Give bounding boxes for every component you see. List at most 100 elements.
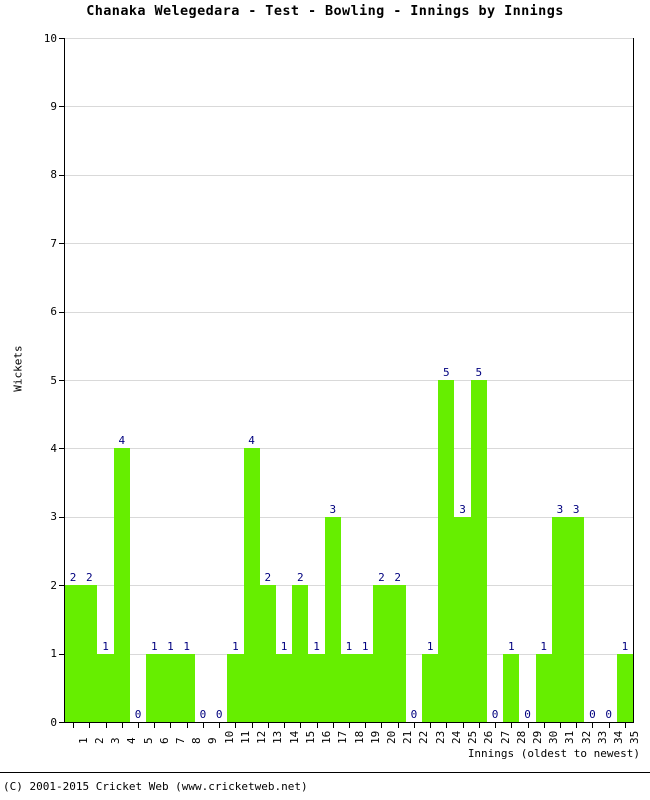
bar-value-label: 2 <box>264 571 272 585</box>
x-axis-tick-mark <box>121 723 123 728</box>
x-axis-tick-mark <box>576 723 578 728</box>
bar-value-label: 1 <box>102 639 109 653</box>
bar-value-label: 3 <box>556 502 564 516</box>
x-axis-tick-label: 11 <box>238 730 252 744</box>
bar <box>535 653 552 722</box>
y-axis-tick-label: 8 <box>50 168 57 182</box>
bar <box>324 516 341 722</box>
x-axis-tick-label: 26 <box>482 730 496 744</box>
bar <box>470 380 487 722</box>
chart-title: Chanaka Welegedara - Test - Bowling - In… <box>86 3 564 19</box>
bar-value-label: 1 <box>232 639 239 653</box>
x-axis-tick-label: 4 <box>125 737 139 744</box>
bar-value-label: 2 <box>86 571 93 585</box>
y-axis-tick-label: 7 <box>50 236 57 250</box>
bar <box>113 448 130 722</box>
gridline <box>65 516 633 518</box>
x-axis-tick-mark <box>349 723 350 728</box>
bar <box>568 516 585 722</box>
x-axis-tick-mark <box>202 723 204 728</box>
x-axis-tick-label: 35 <box>628 730 642 744</box>
x-axis-tick-label: 10 <box>222 730 236 744</box>
x-axis-tick-mark <box>219 723 221 728</box>
bar-value-label: 1 <box>621 639 629 653</box>
gridline <box>65 243 633 245</box>
x-axis-tick-label: 14 <box>287 730 301 744</box>
x-axis-tick-label: 32 <box>579 730 593 744</box>
x-axis-tick-label: 15 <box>303 730 317 744</box>
x-axis-tick-mark <box>284 723 286 728</box>
x-axis-tick-mark <box>543 723 545 728</box>
x-axis-tick-label: 34 <box>612 730 626 744</box>
bar-value-label: 5 <box>443 366 450 379</box>
bar <box>259 585 276 722</box>
x-axis-tick-mark <box>381 723 383 728</box>
y-axis-tick-label: 9 <box>50 99 57 113</box>
y-axis-tick-label: 6 <box>50 305 57 319</box>
bar-value-label: 0 <box>491 708 499 721</box>
x-axis-tick-label: 18 <box>352 730 366 744</box>
bar <box>454 516 471 722</box>
bar-value-label: 4 <box>118 434 126 448</box>
bar-value-label: 4 <box>248 434 255 448</box>
bar-value-label: 2 <box>394 571 401 585</box>
x-axis-tick-mark <box>251 723 253 728</box>
x-axis-tick-mark <box>413 723 415 728</box>
bar-value-label: 1 <box>313 639 320 653</box>
bar-value-label: 1 <box>361 639 369 653</box>
x-axis-tick-mark <box>397 723 399 728</box>
bar <box>357 653 374 722</box>
x-axis-tick-label: 33 <box>595 730 609 744</box>
bar <box>616 653 633 722</box>
x-axis-tick-mark <box>89 723 91 728</box>
bar <box>292 585 309 722</box>
x-axis-tick-label: 2 <box>92 737 106 744</box>
bar <box>340 653 358 722</box>
bar-value-label: 2 <box>378 571 385 585</box>
x-axis-tick-mark <box>624 723 626 728</box>
bar-value-label: 1 <box>150 639 158 653</box>
x-axis-tick-mark <box>430 723 432 728</box>
x-axis-tick-label: 31 <box>563 730 577 744</box>
x-axis-tick-label: 5 <box>141 737 155 744</box>
bar <box>308 653 325 722</box>
bar-value-label: 0 <box>134 708 142 721</box>
x-axis-tick-label: 8 <box>190 737 204 744</box>
bar <box>243 448 260 722</box>
x-axis-label: Innings (oldest to newest) <box>467 747 640 760</box>
x-axis-tick-label: 23 <box>433 730 447 744</box>
bar-value-label: 2 <box>296 571 304 585</box>
x-axis-tick-label: 9 <box>206 737 220 744</box>
bar <box>551 516 569 722</box>
x-axis-tick-mark <box>511 723 513 728</box>
x-axis-tick-mark <box>462 723 464 728</box>
x-axis-tick-mark <box>235 723 237 728</box>
x-axis-tick-mark <box>559 723 561 728</box>
x-axis-tick-label: 22 <box>417 730 431 744</box>
bar-value-label: 0 <box>589 708 596 721</box>
bar <box>178 653 195 722</box>
bar <box>373 585 390 722</box>
bar <box>438 380 455 722</box>
x-axis-tick-label: 1 <box>76 737 90 744</box>
x-axis-tick-mark <box>300 723 302 728</box>
x-axis-tick-mark <box>608 723 610 728</box>
bar-value-label: 1 <box>167 639 174 653</box>
bar <box>146 653 163 722</box>
copyright-notice: (C) 2001-2015 Cricket Web (www.cricketwe… <box>3 780 308 793</box>
x-axis-tick-mark <box>446 723 448 728</box>
x-axis-tick-label: 19 <box>368 730 382 744</box>
x-axis-tick-label: 30 <box>547 730 561 744</box>
bar-value-label: 3 <box>572 502 580 516</box>
x-axis-tick-label: 7 <box>173 737 187 744</box>
x-axis-tick-label: 29 <box>531 730 544 744</box>
bar-value-label: 1 <box>345 639 353 653</box>
x-axis-tick-mark <box>186 723 188 728</box>
bar <box>275 653 293 722</box>
bar <box>503 653 520 722</box>
x-axis-tick-label: 6 <box>157 737 171 744</box>
y-axis-tick-label: 2 <box>50 578 57 592</box>
x-axis-tick-label: 24 <box>449 730 463 744</box>
y-axis-tick-label: 10 <box>43 31 57 45</box>
bar-value-label: 1 <box>183 639 191 653</box>
